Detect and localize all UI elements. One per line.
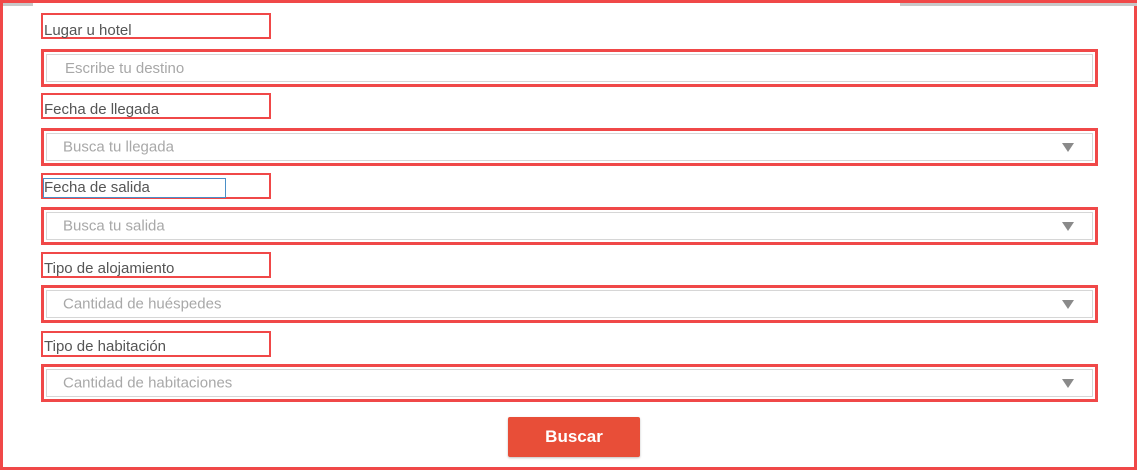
room-type-select-placeholder: Cantidad de habitaciones [63, 374, 233, 392]
arrival-select[interactable]: Busca tu llegada [41, 128, 1098, 166]
arrival-label: Fecha de llegada [44, 101, 160, 118]
departure-select-placeholder: Busca tu salida [63, 217, 165, 235]
search-button[interactable]: Buscar [508, 417, 640, 457]
chevron-down-icon[interactable] [1062, 379, 1074, 388]
location-label: Lugar u hotel [44, 22, 132, 39]
chevron-down-icon[interactable] [1062, 222, 1074, 231]
room-type-label: Tipo de habitación [44, 338, 167, 355]
arrival-select-placeholder: Busca tu llegada [63, 138, 174, 156]
location-input[interactable] [47, 55, 1092, 81]
lodging-type-select[interactable]: Cantidad de huéspedes [41, 285, 1098, 323]
search-form-container: Lugar u hotel Fecha de llegada Busca tu … [0, 0, 1137, 470]
departure-label: Fecha de salida [43, 178, 226, 198]
chevron-down-icon[interactable] [1062, 300, 1074, 309]
location-field[interactable] [41, 49, 1098, 87]
top-border-segment [3, 3, 33, 6]
top-border-segment [900, 3, 1137, 6]
departure-select[interactable]: Busca tu salida [41, 207, 1098, 245]
room-type-select[interactable]: Cantidad de habitaciones [41, 364, 1098, 402]
lodging-type-label: Tipo de alojamiento [44, 260, 175, 277]
chevron-down-icon[interactable] [1062, 143, 1074, 152]
lodging-type-select-placeholder: Cantidad de huéspedes [63, 295, 222, 313]
